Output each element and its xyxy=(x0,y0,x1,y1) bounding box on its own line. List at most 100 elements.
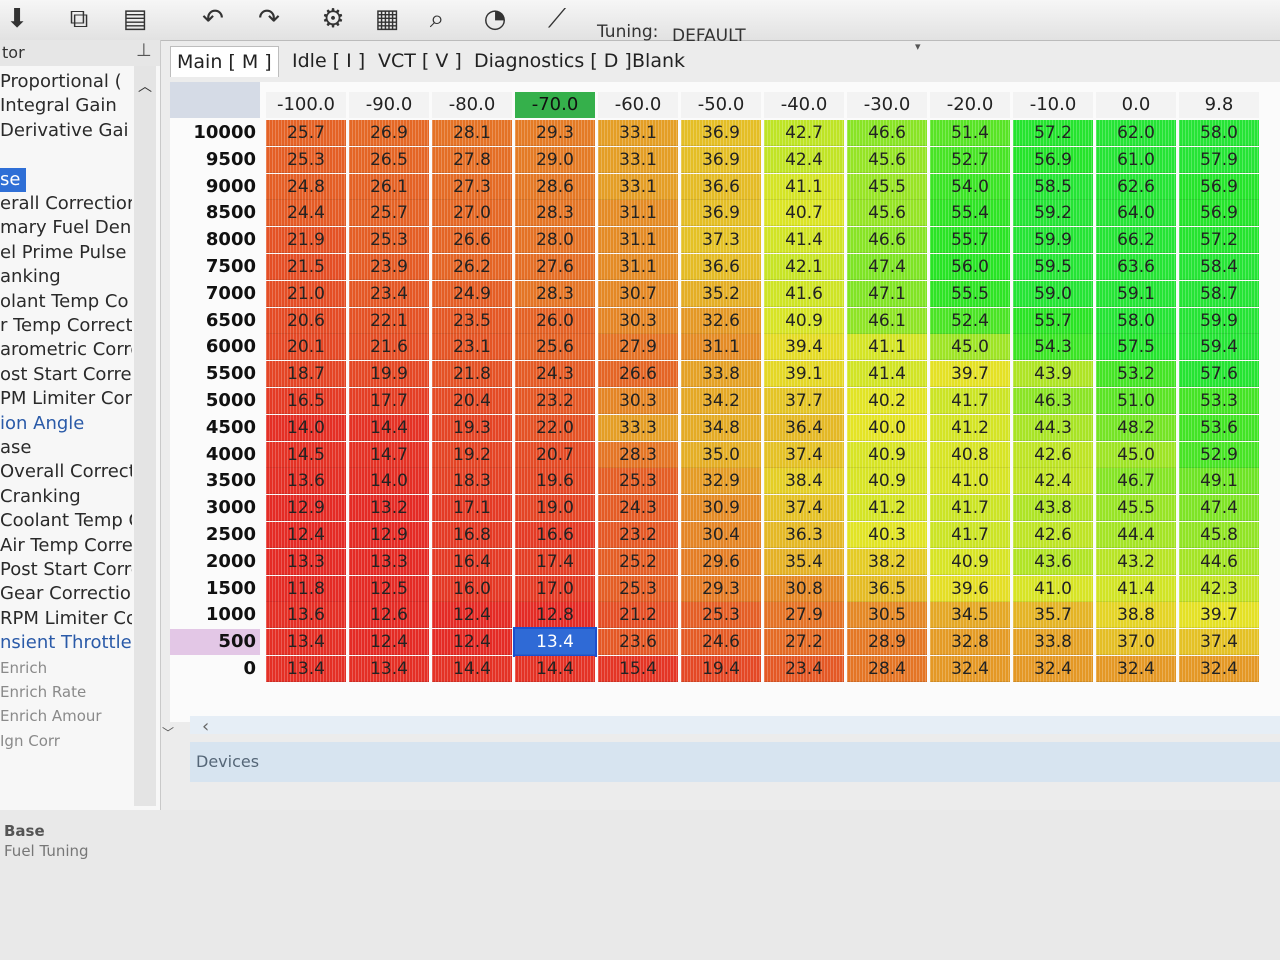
tab-item[interactable]: Blank xyxy=(626,46,691,76)
table-cell[interactable]: 32.8 xyxy=(930,629,1010,656)
table-cell[interactable]: 41.2 xyxy=(930,414,1010,441)
table-cell[interactable]: 59.9 xyxy=(1179,307,1259,334)
table-cell[interactable]: 20.7 xyxy=(515,441,595,468)
table-cell[interactable]: 30.7 xyxy=(598,280,678,307)
table-cell[interactable]: 16.6 xyxy=(515,522,595,548)
column-header[interactable]: -90.0 xyxy=(349,92,429,118)
table-cell[interactable]: 56.9 xyxy=(1179,200,1259,227)
table-cell[interactable]: 24.3 xyxy=(515,361,595,388)
table-cell[interactable]: 46.7 xyxy=(1096,468,1176,495)
table-cell[interactable]: 40.3 xyxy=(847,522,927,548)
table-cell[interactable]: 21.9 xyxy=(266,227,346,254)
table-cell[interactable]: 27.0 xyxy=(432,200,512,227)
table-cell[interactable]: 21.5 xyxy=(266,254,346,280)
navigator-item[interactable]: RPM Limiter Corr xyxy=(0,607,132,631)
table-cell[interactable]: 28.0 xyxy=(515,227,595,254)
table-cell[interactable]: 27.9 xyxy=(764,602,844,629)
table-cell[interactable]: 26.6 xyxy=(598,361,678,388)
table-cell[interactable]: 25.3 xyxy=(598,468,678,495)
table-cell[interactable]: 23.6 xyxy=(598,629,678,656)
table-cell[interactable]: 46.1 xyxy=(847,307,927,334)
chevron-up-icon[interactable]: ︿ xyxy=(134,76,156,96)
table-cell[interactable]: 13.2 xyxy=(349,495,429,522)
table-cell[interactable]: 58.4 xyxy=(1179,254,1259,280)
table-cell[interactable]: 20.1 xyxy=(266,334,346,361)
table-cell[interactable]: 40.7 xyxy=(764,200,844,227)
table-cell[interactable]: 59.1 xyxy=(1096,280,1176,307)
table-cell[interactable]: 37.4 xyxy=(764,441,844,468)
table-cell[interactable]: 13.4 xyxy=(349,656,429,682)
row-header[interactable]: 1500 xyxy=(170,576,260,602)
table-cell[interactable]: 47.1 xyxy=(847,280,927,307)
table-cell[interactable]: 42.4 xyxy=(1013,468,1093,495)
table-cell[interactable]: 27.2 xyxy=(764,629,844,656)
table-cell[interactable]: 32.4 xyxy=(930,656,1010,682)
table-cell[interactable]: 13.3 xyxy=(349,548,429,575)
table-cell[interactable]: 33.1 xyxy=(598,120,678,146)
table-cell[interactable]: 42.6 xyxy=(1013,441,1093,468)
column-header[interactable]: -10.0 xyxy=(1013,92,1093,118)
table-cell[interactable]: 24.9 xyxy=(432,280,512,307)
navigator-item[interactable]: ase xyxy=(0,436,132,460)
navigator-item[interactable]: Gear Correction xyxy=(0,582,132,606)
table-cell[interactable]: 23.4 xyxy=(764,656,844,682)
table-cell[interactable]: 39.6 xyxy=(930,575,1010,602)
table-cell[interactable]: 59.5 xyxy=(1013,254,1093,280)
navigator-item[interactable]: ion Angle xyxy=(0,412,132,436)
table-cell[interactable]: 58.5 xyxy=(1013,173,1093,200)
table-cell[interactable]: 64.0 xyxy=(1096,200,1176,227)
row-header[interactable]: 6500 xyxy=(170,308,260,334)
table-cell[interactable]: 45.0 xyxy=(1096,441,1176,468)
table-cell[interactable]: 32.4 xyxy=(1096,656,1176,682)
table-cell[interactable]: 41.1 xyxy=(847,334,927,361)
column-header[interactable]: -50.0 xyxy=(681,92,761,118)
table-cell[interactable]: 26.1 xyxy=(349,173,429,200)
table-cell[interactable]: 20.6 xyxy=(266,307,346,334)
row-header[interactable]: 5000 xyxy=(170,388,260,414)
row-header[interactable]: 2000 xyxy=(170,549,260,575)
table-cell[interactable]: 36.9 xyxy=(681,146,761,173)
row-header[interactable]: 8000 xyxy=(170,227,260,253)
table-cell[interactable]: 13.6 xyxy=(266,468,346,495)
table-cell[interactable]: 16.0 xyxy=(432,575,512,602)
navigator-item[interactable]: erall Correctior xyxy=(0,192,132,216)
navigator-item[interactable]: Air Temp Correcti xyxy=(0,534,132,558)
table-cell[interactable]: 43.6 xyxy=(1013,548,1093,575)
table-cell[interactable]: 15.4 xyxy=(598,656,678,682)
table-cell[interactable]: 24.3 xyxy=(598,495,678,522)
table-cell[interactable]: 12.4 xyxy=(432,629,512,656)
table-cell[interactable]: 21.2 xyxy=(598,602,678,629)
table-cell[interactable]: 62.0 xyxy=(1096,120,1176,146)
column-header[interactable]: -80.0 xyxy=(432,92,512,118)
table-cell[interactable]: 38.2 xyxy=(847,548,927,575)
table-cell[interactable]: 37.3 xyxy=(681,227,761,254)
table-cell[interactable]: 13.4 xyxy=(513,627,597,658)
navigator-item[interactable]: Enrich Amour xyxy=(0,704,132,728)
table-cell[interactable]: 24.4 xyxy=(266,200,346,227)
table-cell[interactable]: 23.2 xyxy=(515,388,595,414)
tab-item[interactable]: Idle [ I ] xyxy=(286,46,371,76)
navigator-item[interactable]: Proportional ( xyxy=(0,70,132,94)
chevron-down-icon[interactable]: ﹀ xyxy=(162,724,174,741)
column-header[interactable]: -20.0 xyxy=(930,92,1010,118)
table-cell[interactable]: 13.4 xyxy=(266,629,346,656)
table-cell[interactable]: 34.5 xyxy=(930,602,1010,629)
download-icon[interactable]: ⬇ xyxy=(0,2,34,36)
table-cell[interactable]: 45.6 xyxy=(847,146,927,173)
table-cell[interactable]: 55.5 xyxy=(930,280,1010,307)
row-header[interactable]: 500 xyxy=(170,629,260,656)
navigator-item[interactable]: se xyxy=(0,167,26,192)
table-cell[interactable]: 36.4 xyxy=(764,414,844,441)
table-cell[interactable]: 14.0 xyxy=(266,414,346,441)
table-cell[interactable]: 53.3 xyxy=(1179,388,1259,414)
table-cell[interactable]: 17.7 xyxy=(349,388,429,414)
table-cell[interactable]: 59.4 xyxy=(1179,334,1259,361)
table-cell[interactable]: 21.8 xyxy=(432,361,512,388)
table-cell[interactable]: 40.8 xyxy=(930,441,1010,468)
table-cell[interactable]: 41.0 xyxy=(930,468,1010,495)
table-cell[interactable]: 22.0 xyxy=(515,414,595,441)
navigator-item[interactable]: Ign Corr xyxy=(0,729,132,753)
table-cell[interactable]: 55.4 xyxy=(930,200,1010,227)
row-header[interactable]: 9000 xyxy=(170,174,260,200)
table-cell[interactable]: 57.6 xyxy=(1179,361,1259,388)
